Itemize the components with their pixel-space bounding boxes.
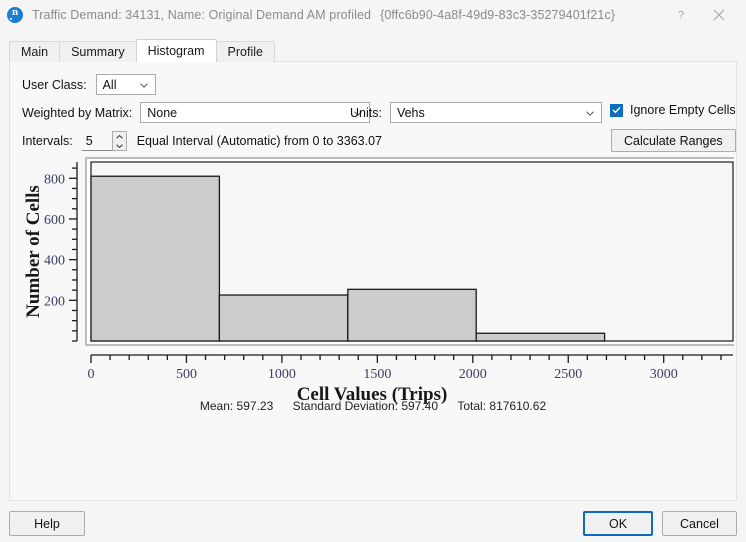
y-tick-label: 200	[44, 294, 65, 309]
y-tick-label: 400	[44, 254, 65, 269]
window-controls: ?	[662, 0, 746, 30]
calculate-ranges-button[interactable]: Calculate Ranges	[611, 129, 736, 152]
user-class-value: All	[102, 77, 117, 92]
histogram-dialog: Traffic Demand: 34131, Name: Original De…	[0, 0, 746, 542]
histogram-bar	[475, 332, 606, 342]
stddev-value: Standard Deviation: 597.40	[292, 399, 439, 413]
x-tick-label: 0	[88, 367, 95, 382]
histogram-chart: 200 400 600 800 Number of Cells 0 500 1000 1500 2…	[19, 157, 734, 407]
intervals-input[interactable]: 5	[81, 131, 112, 151]
window-guid: {0ffc6b90-4a8f-49d9-83c3-35279401f21c}	[380, 8, 616, 22]
calculate-ranges-row: Calculate Ranges	[611, 129, 736, 152]
histogram-bar	[90, 175, 221, 342]
mean-value: Mean: 597.23	[199, 399, 274, 413]
chevron-down-icon	[586, 110, 594, 116]
weighted-matrix-value: None	[147, 105, 178, 120]
statistics-line: Mean: 597.23 Standard Deviation: 597.40 …	[10, 399, 736, 413]
y-tick-label: 800	[44, 172, 65, 187]
ok-button[interactable]: OK	[583, 511, 653, 536]
user-class-row: User Class: All	[22, 74, 156, 95]
chevron-down-icon	[139, 82, 148, 88]
x-tick-label: 1000	[268, 367, 296, 382]
histogram-bar	[347, 288, 477, 342]
units-select[interactable]: Vehs	[389, 102, 602, 123]
ignore-empty-cells-label: Ignore Empty Cells	[630, 103, 736, 117]
window-title: Traffic Demand: 34131, Name: Original De…	[32, 8, 372, 22]
x-tick-label: 1500	[363, 367, 391, 382]
weighted-matrix-label: Weighted by Matrix:	[22, 105, 133, 120]
units-value: Vehs	[396, 105, 425, 120]
title-bar: Traffic Demand: 34131, Name: Original De…	[0, 0, 746, 30]
checkmark-icon	[610, 103, 623, 117]
stepper-down-icon[interactable]	[113, 141, 126, 150]
stepper-up-icon[interactable]	[113, 132, 126, 141]
tab-strip: Main Summary Histogram Profile	[9, 39, 275, 62]
units-row: Units: Vehs	[350, 102, 602, 123]
interval-method-text: Equal Interval (Automatic) from 0 to 336…	[136, 134, 382, 148]
units-label: Units:	[350, 105, 382, 120]
x-tick-label: 2000	[459, 367, 487, 382]
help-button[interactable]: Help	[9, 511, 85, 536]
y-axis-title: Number of Cells	[23, 185, 44, 318]
user-class-select[interactable]: All	[95, 74, 156, 95]
y-tick-label: 600	[44, 213, 65, 228]
x-tick-label: 2500	[554, 367, 582, 382]
help-icon[interactable]: ?	[662, 0, 700, 30]
ignore-empty-cells-checkbox[interactable]: Ignore Empty Cells	[610, 103, 736, 117]
intervals-row: Intervals: 5 Equal Interval (Automatic) …	[22, 131, 382, 151]
y-axis: 200 400 600 800	[44, 162, 78, 342]
tab-main[interactable]: Main	[9, 41, 61, 62]
tab-histogram[interactable]: Histogram	[135, 39, 217, 62]
intervals-stepper-buttons[interactable]	[111, 131, 127, 151]
weighted-matrix-select[interactable]: None	[140, 102, 371, 123]
x-tick-label: 3000	[650, 367, 678, 382]
histogram-panel: User Class: All Weighted by Matrix: None…	[9, 61, 737, 501]
histogram-plot: 200 400 600 800Number of Cells 0 500 1000 1500 2…	[23, 157, 734, 405]
x-tick-label: 500	[176, 367, 197, 382]
weighted-matrix-row: Weighted by Matrix: None	[22, 102, 371, 123]
x-axis: 0 500 1000 1500 2000 2500 3000	[88, 354, 733, 382]
svg-text:?: ?	[678, 10, 684, 22]
app-circle-n-icon	[7, 6, 23, 23]
close-icon[interactable]	[700, 0, 738, 30]
histogram-bar	[218, 294, 349, 342]
cancel-button[interactable]: Cancel	[662, 511, 737, 536]
intervals-stepper[interactable]: 5	[81, 131, 127, 151]
intervals-label: Intervals:	[22, 134, 73, 148]
tab-profile[interactable]: Profile	[215, 41, 275, 62]
user-class-label: User Class:	[22, 77, 87, 92]
total-value: Total: 817610.62	[457, 399, 547, 413]
tab-summary[interactable]: Summary	[59, 41, 137, 62]
